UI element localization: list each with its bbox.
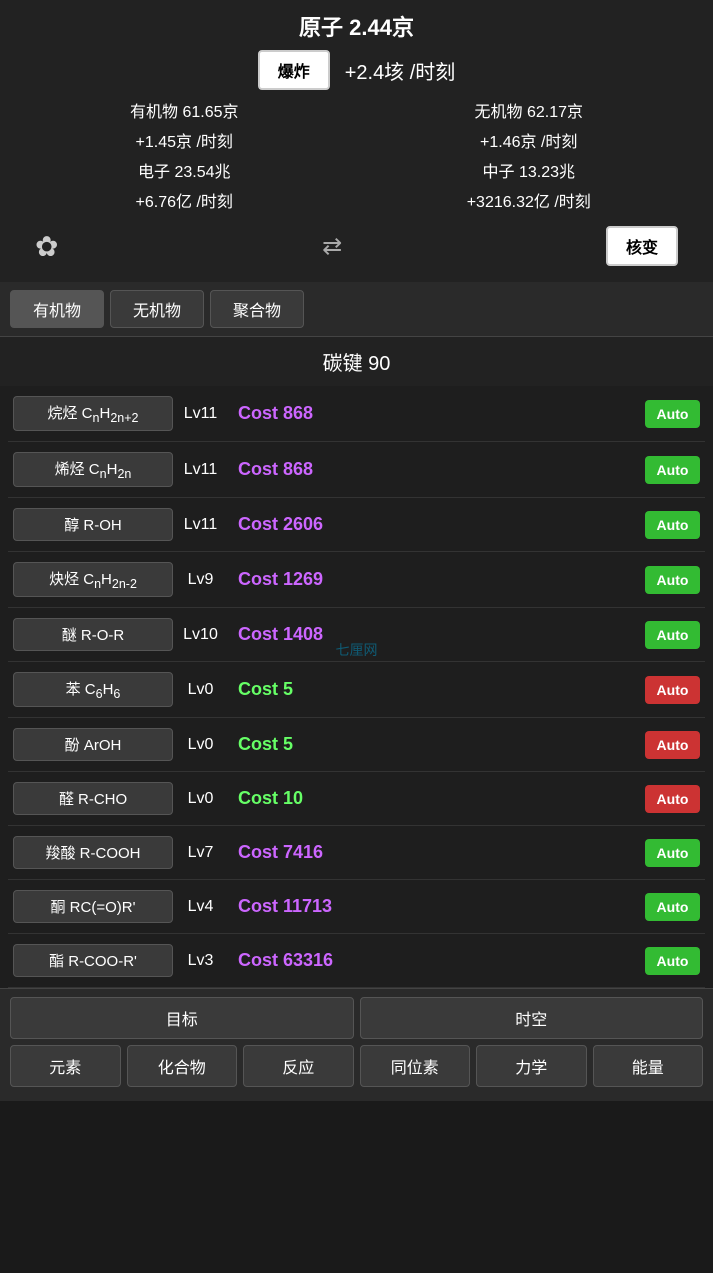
auto-button[interactable]: Auto	[645, 456, 700, 484]
electron-label: 电子 23.54兆	[15, 158, 354, 182]
compound-level: Lv0	[173, 736, 228, 754]
compound-row: 苯 C6H6 Lv0 Cost 5 Auto	[8, 662, 705, 718]
compound-row: 醇 R-OH Lv11 Cost 2606 Auto	[8, 498, 705, 552]
compound-level: Lv0	[173, 681, 228, 699]
compound-row: 酮 RC(=O)R' Lv4 Cost 11713 Auto	[8, 880, 705, 934]
compound-cost: Cost 63316	[228, 950, 645, 971]
tab-organic[interactable]: 有机物	[10, 290, 104, 328]
organic-rate: +1.45京 /时刻	[15, 128, 354, 152]
top-section: 原子 2.44京 爆炸 +2.4垓 /时刻 有机物 61.65京 无机物 62.…	[0, 0, 713, 282]
compound-row: 炔烃 CnH2n-2 Lv9 Cost 1269 Auto	[8, 552, 705, 608]
compound-level: Lv7	[173, 844, 228, 862]
compound-cost: Cost 1269	[228, 569, 645, 590]
compound-row: 羧酸 R-COOH Lv7 Cost 7416 Auto	[8, 826, 705, 880]
compound-cost: Cost 5	[228, 679, 645, 700]
inorganic-label: 无机物 62.17京	[360, 98, 699, 122]
compound-name[interactable]: 酚 ArOH	[13, 728, 173, 761]
compound-level: Lv3	[173, 952, 228, 970]
compound-cost: Cost 5	[228, 734, 645, 755]
auto-button[interactable]: Auto	[645, 676, 700, 704]
carbon-header: 碳键 90	[0, 337, 713, 386]
flower-icon[interactable]: ✿	[35, 230, 58, 263]
compound-name[interactable]: 醚 R-O-R	[13, 618, 173, 651]
explode-button[interactable]: 爆炸	[258, 50, 330, 90]
compound-level: Lv9	[173, 571, 228, 589]
electron-rate: +6.76亿 /时刻	[15, 188, 354, 212]
compound-row: 醛 R-CHO Lv0 Cost 10 Auto	[8, 772, 705, 826]
nav-energy[interactable]: 能量	[593, 1045, 704, 1087]
compound-level: Lv10	[173, 626, 228, 644]
nuclear-button[interactable]: 核变	[606, 226, 678, 266]
tab-bar: 有机物 无机物 聚合物	[0, 282, 713, 337]
bottom-nav-row1: 目标 时空	[10, 997, 703, 1039]
compound-name[interactable]: 苯 C6H6	[13, 672, 173, 707]
nav-element[interactable]: 元素	[10, 1045, 121, 1087]
organic-label: 有机物 61.65京	[15, 98, 354, 122]
compound-list: 烷烃 CnH2n+2 Lv11 Cost 868 Auto 烯烃 CnH2n L…	[0, 386, 713, 988]
bottom-nav-row2: 元素 化合物 反应 同位素 力学 能量	[10, 1045, 703, 1087]
nav-spacetime[interactable]: 时空	[360, 997, 704, 1039]
stats-grid: 有机物 61.65京 无机物 62.17京 +1.45京 /时刻 +1.46京 …	[15, 98, 698, 212]
nav-reaction[interactable]: 反应	[243, 1045, 354, 1087]
shuffle-icon[interactable]: ⇄	[322, 232, 342, 261]
compound-name[interactable]: 酮 RC(=O)R'	[13, 890, 173, 923]
compound-row: 酚 ArOH Lv0 Cost 5 Auto	[8, 718, 705, 772]
compound-level: Lv11	[173, 461, 228, 479]
compound-row: 醚 R-O-R Lv10 Cost 1408 Auto	[8, 608, 705, 662]
icons-row: ✿ ⇄ 核变	[15, 220, 698, 272]
auto-button[interactable]: Auto	[645, 621, 700, 649]
compound-name[interactable]: 醇 R-OH	[13, 508, 173, 541]
atom-rate: +2.4垓 /时刻	[345, 56, 456, 85]
auto-button[interactable]: Auto	[645, 839, 700, 867]
auto-button[interactable]: Auto	[645, 785, 700, 813]
compound-level: Lv11	[173, 405, 228, 423]
compound-name[interactable]: 酯 R-COO-R'	[13, 944, 173, 977]
auto-button[interactable]: Auto	[645, 566, 700, 594]
nav-mechanics[interactable]: 力学	[476, 1045, 587, 1087]
compound-level: Lv0	[173, 790, 228, 808]
auto-button[interactable]: Auto	[645, 947, 700, 975]
tab-inorganic[interactable]: 无机物	[110, 290, 204, 328]
compound-row: 烯烃 CnH2n Lv11 Cost 868 Auto	[8, 442, 705, 498]
compound-row: 烷烃 CnH2n+2 Lv11 Cost 868 Auto	[8, 386, 705, 442]
compound-name[interactable]: 羧酸 R-COOH	[13, 836, 173, 869]
auto-button[interactable]: Auto	[645, 893, 700, 921]
neutron-rate: +3216.32亿 /时刻	[360, 188, 699, 212]
compound-cost: Cost 2606	[228, 514, 645, 535]
auto-button[interactable]: Auto	[645, 400, 700, 428]
tab-polymer[interactable]: 聚合物	[210, 290, 304, 328]
inorganic-rate: +1.46京 /时刻	[360, 128, 699, 152]
compound-cost: Cost 868	[228, 459, 645, 480]
compound-name[interactable]: 醛 R-CHO	[13, 782, 173, 815]
compound-cost: Cost 11713	[228, 896, 645, 917]
nav-target[interactable]: 目标	[10, 997, 354, 1039]
compound-level: Lv4	[173, 898, 228, 916]
neutron-label: 中子 13.23兆	[360, 158, 699, 182]
compound-cost: Cost 10	[228, 788, 645, 809]
compound-cost: Cost 868	[228, 403, 645, 424]
compound-name[interactable]: 炔烃 CnH2n-2	[13, 562, 173, 597]
compound-row: 酯 R-COO-R' Lv3 Cost 63316 Auto	[8, 934, 705, 988]
bottom-nav: 目标 时空 元素 化合物 反应 同位素 力学 能量	[0, 988, 713, 1101]
compound-cost: Cost 1408	[228, 624, 645, 645]
compound-level: Lv11	[173, 516, 228, 534]
nav-isotope[interactable]: 同位素	[360, 1045, 471, 1087]
compound-name[interactable]: 烷烃 CnH2n+2	[13, 396, 173, 431]
nav-compound[interactable]: 化合物	[127, 1045, 238, 1087]
compound-cost: Cost 7416	[228, 842, 645, 863]
atom-count: 原子 2.44京	[15, 10, 698, 42]
auto-button[interactable]: Auto	[645, 511, 700, 539]
auto-button[interactable]: Auto	[645, 731, 700, 759]
compound-name[interactable]: 烯烃 CnH2n	[13, 452, 173, 487]
